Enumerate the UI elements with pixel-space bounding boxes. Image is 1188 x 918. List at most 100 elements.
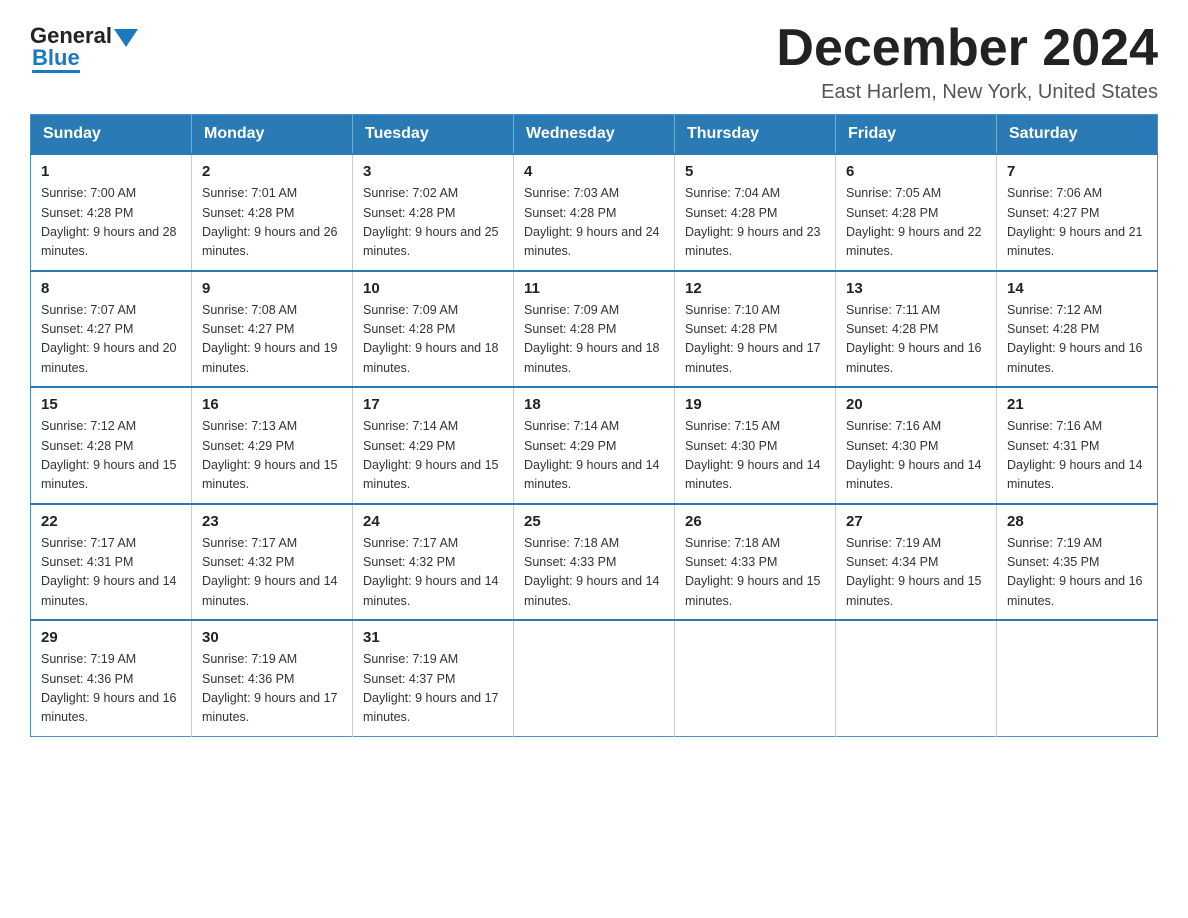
day-info: Sunrise: 7:05 AM Sunset: 4:28 PM Dayligh… xyxy=(846,184,986,262)
day-number: 26 xyxy=(685,513,825,530)
day-of-week-header: Wednesday xyxy=(514,115,675,155)
calendar-week-row: 15 Sunrise: 7:12 AM Sunset: 4:28 PM Dayl… xyxy=(31,387,1158,504)
day-number: 17 xyxy=(363,396,503,413)
calendar-cell: 22 Sunrise: 7:17 AM Sunset: 4:31 PM Dayl… xyxy=(31,504,192,621)
day-number: 5 xyxy=(685,163,825,180)
calendar-cell: 5 Sunrise: 7:04 AM Sunset: 4:28 PM Dayli… xyxy=(675,154,836,271)
logo: General Blue xyxy=(30,20,138,70)
day-number: 13 xyxy=(846,280,986,297)
day-number: 28 xyxy=(1007,513,1147,530)
day-number: 11 xyxy=(524,280,664,297)
calendar-table: SundayMondayTuesdayWednesdayThursdayFrid… xyxy=(30,114,1158,737)
day-number: 4 xyxy=(524,163,664,180)
logo-triangle-icon xyxy=(114,29,138,47)
calendar-cell xyxy=(997,620,1158,736)
day-info: Sunrise: 7:00 AM Sunset: 4:28 PM Dayligh… xyxy=(41,184,181,262)
day-number: 14 xyxy=(1007,280,1147,297)
calendar-cell: 27 Sunrise: 7:19 AM Sunset: 4:34 PM Dayl… xyxy=(836,504,997,621)
calendar-cell xyxy=(514,620,675,736)
day-info: Sunrise: 7:16 AM Sunset: 4:30 PM Dayligh… xyxy=(846,417,986,495)
day-info: Sunrise: 7:17 AM Sunset: 4:32 PM Dayligh… xyxy=(363,534,503,612)
month-title: December 2024 xyxy=(776,20,1158,77)
calendar-cell xyxy=(675,620,836,736)
calendar-cell: 7 Sunrise: 7:06 AM Sunset: 4:27 PM Dayli… xyxy=(997,154,1158,271)
calendar-cell: 19 Sunrise: 7:15 AM Sunset: 4:30 PM Dayl… xyxy=(675,387,836,504)
calendar-cell: 11 Sunrise: 7:09 AM Sunset: 4:28 PM Dayl… xyxy=(514,271,675,388)
calendar-cell: 13 Sunrise: 7:11 AM Sunset: 4:28 PM Dayl… xyxy=(836,271,997,388)
calendar-week-row: 1 Sunrise: 7:00 AM Sunset: 4:28 PM Dayli… xyxy=(31,154,1158,271)
day-number: 15 xyxy=(41,396,181,413)
day-of-week-header: Saturday xyxy=(997,115,1158,155)
day-info: Sunrise: 7:12 AM Sunset: 4:28 PM Dayligh… xyxy=(41,417,181,495)
logo-blue-text: Blue xyxy=(32,45,80,73)
day-number: 18 xyxy=(524,396,664,413)
calendar-cell: 29 Sunrise: 7:19 AM Sunset: 4:36 PM Dayl… xyxy=(31,620,192,736)
day-number: 23 xyxy=(202,513,342,530)
day-number: 29 xyxy=(41,629,181,646)
day-info: Sunrise: 7:13 AM Sunset: 4:29 PM Dayligh… xyxy=(202,417,342,495)
day-info: Sunrise: 7:19 AM Sunset: 4:36 PM Dayligh… xyxy=(202,650,342,728)
day-number: 12 xyxy=(685,280,825,297)
day-info: Sunrise: 7:14 AM Sunset: 4:29 PM Dayligh… xyxy=(524,417,664,495)
day-info: Sunrise: 7:19 AM Sunset: 4:37 PM Dayligh… xyxy=(363,650,503,728)
day-number: 1 xyxy=(41,163,181,180)
day-info: Sunrise: 7:19 AM Sunset: 4:35 PM Dayligh… xyxy=(1007,534,1147,612)
day-number: 6 xyxy=(846,163,986,180)
day-info: Sunrise: 7:09 AM Sunset: 4:28 PM Dayligh… xyxy=(363,301,503,379)
day-of-week-header: Friday xyxy=(836,115,997,155)
day-number: 27 xyxy=(846,513,986,530)
day-info: Sunrise: 7:08 AM Sunset: 4:27 PM Dayligh… xyxy=(202,301,342,379)
calendar-cell: 16 Sunrise: 7:13 AM Sunset: 4:29 PM Dayl… xyxy=(192,387,353,504)
day-info: Sunrise: 7:18 AM Sunset: 4:33 PM Dayligh… xyxy=(685,534,825,612)
day-number: 10 xyxy=(363,280,503,297)
day-info: Sunrise: 7:01 AM Sunset: 4:28 PM Dayligh… xyxy=(202,184,342,262)
day-number: 31 xyxy=(363,629,503,646)
calendar-cell: 26 Sunrise: 7:18 AM Sunset: 4:33 PM Dayl… xyxy=(675,504,836,621)
day-info: Sunrise: 7:17 AM Sunset: 4:32 PM Dayligh… xyxy=(202,534,342,612)
calendar-cell: 31 Sunrise: 7:19 AM Sunset: 4:37 PM Dayl… xyxy=(353,620,514,736)
calendar-week-row: 22 Sunrise: 7:17 AM Sunset: 4:31 PM Dayl… xyxy=(31,504,1158,621)
calendar-cell: 28 Sunrise: 7:19 AM Sunset: 4:35 PM Dayl… xyxy=(997,504,1158,621)
day-info: Sunrise: 7:18 AM Sunset: 4:33 PM Dayligh… xyxy=(524,534,664,612)
day-info: Sunrise: 7:11 AM Sunset: 4:28 PM Dayligh… xyxy=(846,301,986,379)
day-number: 19 xyxy=(685,396,825,413)
calendar-week-row: 29 Sunrise: 7:19 AM Sunset: 4:36 PM Dayl… xyxy=(31,620,1158,736)
day-of-week-header: Thursday xyxy=(675,115,836,155)
calendar-cell: 25 Sunrise: 7:18 AM Sunset: 4:33 PM Dayl… xyxy=(514,504,675,621)
day-number: 8 xyxy=(41,280,181,297)
day-number: 20 xyxy=(846,396,986,413)
day-info: Sunrise: 7:16 AM Sunset: 4:31 PM Dayligh… xyxy=(1007,417,1147,495)
calendar-cell: 12 Sunrise: 7:10 AM Sunset: 4:28 PM Dayl… xyxy=(675,271,836,388)
calendar-cell: 10 Sunrise: 7:09 AM Sunset: 4:28 PM Dayl… xyxy=(353,271,514,388)
day-of-week-header: Tuesday xyxy=(353,115,514,155)
day-number: 3 xyxy=(363,163,503,180)
day-number: 22 xyxy=(41,513,181,530)
day-number: 2 xyxy=(202,163,342,180)
calendar-cell: 18 Sunrise: 7:14 AM Sunset: 4:29 PM Dayl… xyxy=(514,387,675,504)
location-text: East Harlem, New York, United States xyxy=(776,81,1158,104)
day-of-week-header: Sunday xyxy=(31,115,192,155)
day-number: 25 xyxy=(524,513,664,530)
calendar-header-row: SundayMondayTuesdayWednesdayThursdayFrid… xyxy=(31,115,1158,155)
day-info: Sunrise: 7:12 AM Sunset: 4:28 PM Dayligh… xyxy=(1007,301,1147,379)
page-header: General Blue December 2024 East Harlem, … xyxy=(30,20,1158,104)
day-number: 7 xyxy=(1007,163,1147,180)
day-info: Sunrise: 7:03 AM Sunset: 4:28 PM Dayligh… xyxy=(524,184,664,262)
calendar-cell: 14 Sunrise: 7:12 AM Sunset: 4:28 PM Dayl… xyxy=(997,271,1158,388)
day-info: Sunrise: 7:06 AM Sunset: 4:27 PM Dayligh… xyxy=(1007,184,1147,262)
calendar-cell: 2 Sunrise: 7:01 AM Sunset: 4:28 PM Dayli… xyxy=(192,154,353,271)
day-number: 21 xyxy=(1007,396,1147,413)
calendar-cell: 15 Sunrise: 7:12 AM Sunset: 4:28 PM Dayl… xyxy=(31,387,192,504)
calendar-week-row: 8 Sunrise: 7:07 AM Sunset: 4:27 PM Dayli… xyxy=(31,271,1158,388)
calendar-cell: 30 Sunrise: 7:19 AM Sunset: 4:36 PM Dayl… xyxy=(192,620,353,736)
logo-general-text: General xyxy=(30,25,112,47)
day-number: 16 xyxy=(202,396,342,413)
calendar-cell: 9 Sunrise: 7:08 AM Sunset: 4:27 PM Dayli… xyxy=(192,271,353,388)
day-info: Sunrise: 7:15 AM Sunset: 4:30 PM Dayligh… xyxy=(685,417,825,495)
day-of-week-header: Monday xyxy=(192,115,353,155)
day-info: Sunrise: 7:07 AM Sunset: 4:27 PM Dayligh… xyxy=(41,301,181,379)
day-info: Sunrise: 7:09 AM Sunset: 4:28 PM Dayligh… xyxy=(524,301,664,379)
calendar-cell: 3 Sunrise: 7:02 AM Sunset: 4:28 PM Dayli… xyxy=(353,154,514,271)
calendar-cell: 6 Sunrise: 7:05 AM Sunset: 4:28 PM Dayli… xyxy=(836,154,997,271)
day-info: Sunrise: 7:17 AM Sunset: 4:31 PM Dayligh… xyxy=(41,534,181,612)
